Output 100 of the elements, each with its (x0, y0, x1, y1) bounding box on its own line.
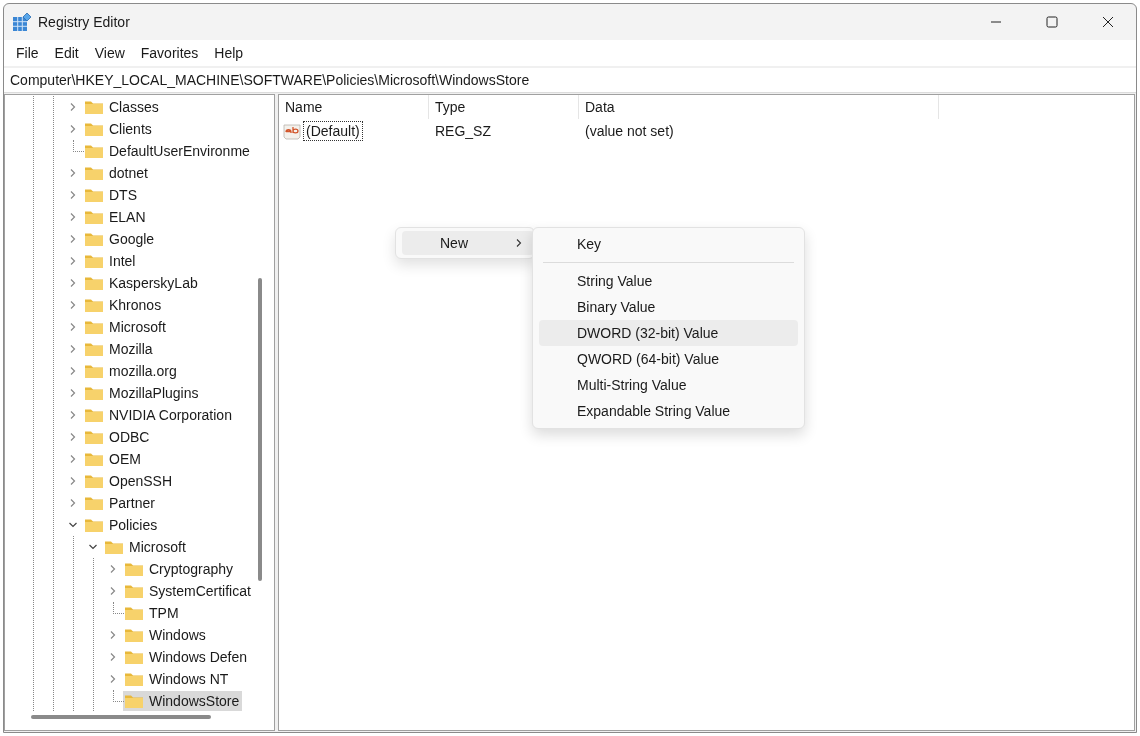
address-bar[interactable]: Computer\HKEY_LOCAL_MACHINE\SOFTWARE\Policies\Microsoft\WindowsStore (4, 66, 1136, 93)
chevron-right-icon[interactable] (108, 674, 118, 684)
folder-icon (124, 583, 144, 599)
folder-icon (84, 209, 104, 225)
tree-item[interactable]: NVIDIA Corporation (83, 405, 235, 425)
column-header[interactable]: Data (579, 95, 939, 119)
menu-item[interactable]: Multi-String Value (539, 372, 798, 398)
tree-item[interactable]: Policies (83, 515, 161, 535)
tree-item[interactable]: Classes (83, 97, 162, 117)
tree-item[interactable]: Google (83, 229, 158, 249)
chevron-right-icon[interactable] (68, 344, 78, 354)
tree-item[interactable]: Cryptography (123, 559, 237, 579)
registry-icon (12, 12, 32, 32)
value-data: (value not set) (584, 123, 675, 139)
chevron-right-icon[interactable] (108, 586, 118, 596)
tree-item[interactable]: Clients (83, 119, 155, 139)
chevron-down-icon[interactable] (88, 542, 98, 552)
maximize-icon (1046, 16, 1058, 28)
chevron-right-icon[interactable] (68, 498, 78, 508)
close-icon (1102, 16, 1114, 28)
menu-item[interactable]: Edit (46, 45, 87, 61)
chevron-right-icon[interactable] (68, 366, 78, 376)
tree-item[interactable]: Windows (123, 625, 209, 645)
chevron-right-icon[interactable] (68, 476, 78, 486)
chevron-right-icon[interactable] (68, 388, 78, 398)
chevron-right-icon[interactable] (68, 410, 78, 420)
folder-icon (84, 121, 104, 137)
chevron-right-icon[interactable] (68, 168, 78, 178)
menu-item[interactable]: Binary Value (539, 294, 798, 320)
menu-item[interactable]: View (86, 45, 133, 61)
menu-item[interactable]: Favorites (132, 45, 207, 61)
chevron-right-icon[interactable] (68, 124, 78, 134)
tree-item[interactable]: DefaultUserEnvironme (83, 141, 253, 161)
menu-item[interactable]: New (402, 231, 534, 255)
column-header[interactable]: Name (279, 95, 429, 119)
menu-item[interactable]: QWORD (64-bit) Value (539, 346, 798, 372)
chevron-right-icon[interactable] (68, 278, 78, 288)
tree-item[interactable]: TPM (123, 603, 182, 623)
folder-icon (84, 165, 104, 181)
menu-item[interactable]: File (8, 45, 47, 61)
chevron-right-icon[interactable] (68, 234, 78, 244)
folder-icon (84, 385, 104, 401)
tree-item[interactable]: Microsoft (103, 537, 189, 557)
menu-item[interactable]: DWORD (32-bit) Value (539, 320, 798, 346)
chevron-right-icon[interactable] (108, 564, 118, 574)
folder-icon (84, 495, 104, 511)
chevron-right-icon[interactable] (68, 454, 78, 464)
chevron-right-icon[interactable] (108, 652, 118, 662)
tree-item[interactable]: SystemCertificat (123, 581, 254, 601)
folder-icon (84, 451, 104, 467)
tree-item[interactable]: OEM (83, 449, 144, 469)
folder-icon (84, 187, 104, 203)
tree-item[interactable]: dotnet (83, 163, 151, 183)
tree-item[interactable]: WindowsStore (123, 691, 243, 711)
tree-item[interactable]: Khronos (83, 295, 165, 315)
tree-item[interactable]: Windows Defen (123, 647, 251, 667)
tree-item[interactable]: ELAN (83, 207, 149, 227)
chevron-right-icon[interactable] (68, 102, 78, 112)
value-name[interactable]: (Default) (303, 121, 363, 141)
chevron-down-icon[interactable] (68, 520, 78, 530)
chevron-right-icon[interactable] (68, 432, 78, 442)
tree-item[interactable]: mozilla.org (83, 361, 180, 381)
tree-item[interactable]: Partner (83, 493, 158, 513)
folder-icon (84, 275, 104, 291)
tree-item[interactable]: ODBC (83, 427, 153, 447)
chevron-right-icon[interactable] (68, 190, 78, 200)
chevron-right-icon[interactable] (68, 256, 78, 266)
folder-icon (124, 693, 144, 709)
column-header[interactable]: Type (429, 95, 579, 119)
tree-item[interactable]: Intel (83, 251, 139, 271)
chevron-right-icon[interactable] (108, 630, 118, 640)
tree-item[interactable]: DTS (83, 185, 140, 205)
tree-item[interactable]: KasperskyLab (83, 273, 201, 293)
folder-icon (124, 627, 144, 643)
scrollbar-thumb[interactable] (31, 715, 211, 719)
folder-icon (84, 99, 104, 115)
menu-item[interactable]: String Value (539, 268, 798, 294)
chevron-right-icon[interactable] (68, 322, 78, 332)
menu-item[interactable]: Key (539, 231, 798, 257)
chevron-right-icon[interactable] (68, 300, 78, 310)
tree-item[interactable]: MozillaPlugins (83, 383, 202, 403)
folder-icon (104, 539, 124, 555)
folder-icon (84, 297, 104, 313)
folder-icon (84, 429, 104, 445)
tree-item[interactable]: OpenSSH (83, 471, 176, 491)
value-type: REG_SZ (434, 123, 492, 139)
folder-icon (84, 143, 104, 159)
chevron-right-icon (514, 238, 524, 248)
folder-icon (84, 407, 104, 423)
tree-item[interactable]: Microsoft (83, 317, 169, 337)
folder-icon (84, 319, 104, 335)
menu-item[interactable]: Help (206, 45, 252, 61)
tree-item[interactable]: Windows NT (123, 669, 232, 689)
folder-icon (84, 253, 104, 269)
tree-item[interactable]: Mozilla (83, 339, 156, 359)
folder-icon (84, 341, 104, 357)
menu-item[interactable]: Expandable String Value (539, 398, 798, 424)
folder-icon (84, 363, 104, 379)
chevron-right-icon[interactable] (68, 212, 78, 222)
scrollbar-thumb[interactable] (258, 278, 262, 581)
